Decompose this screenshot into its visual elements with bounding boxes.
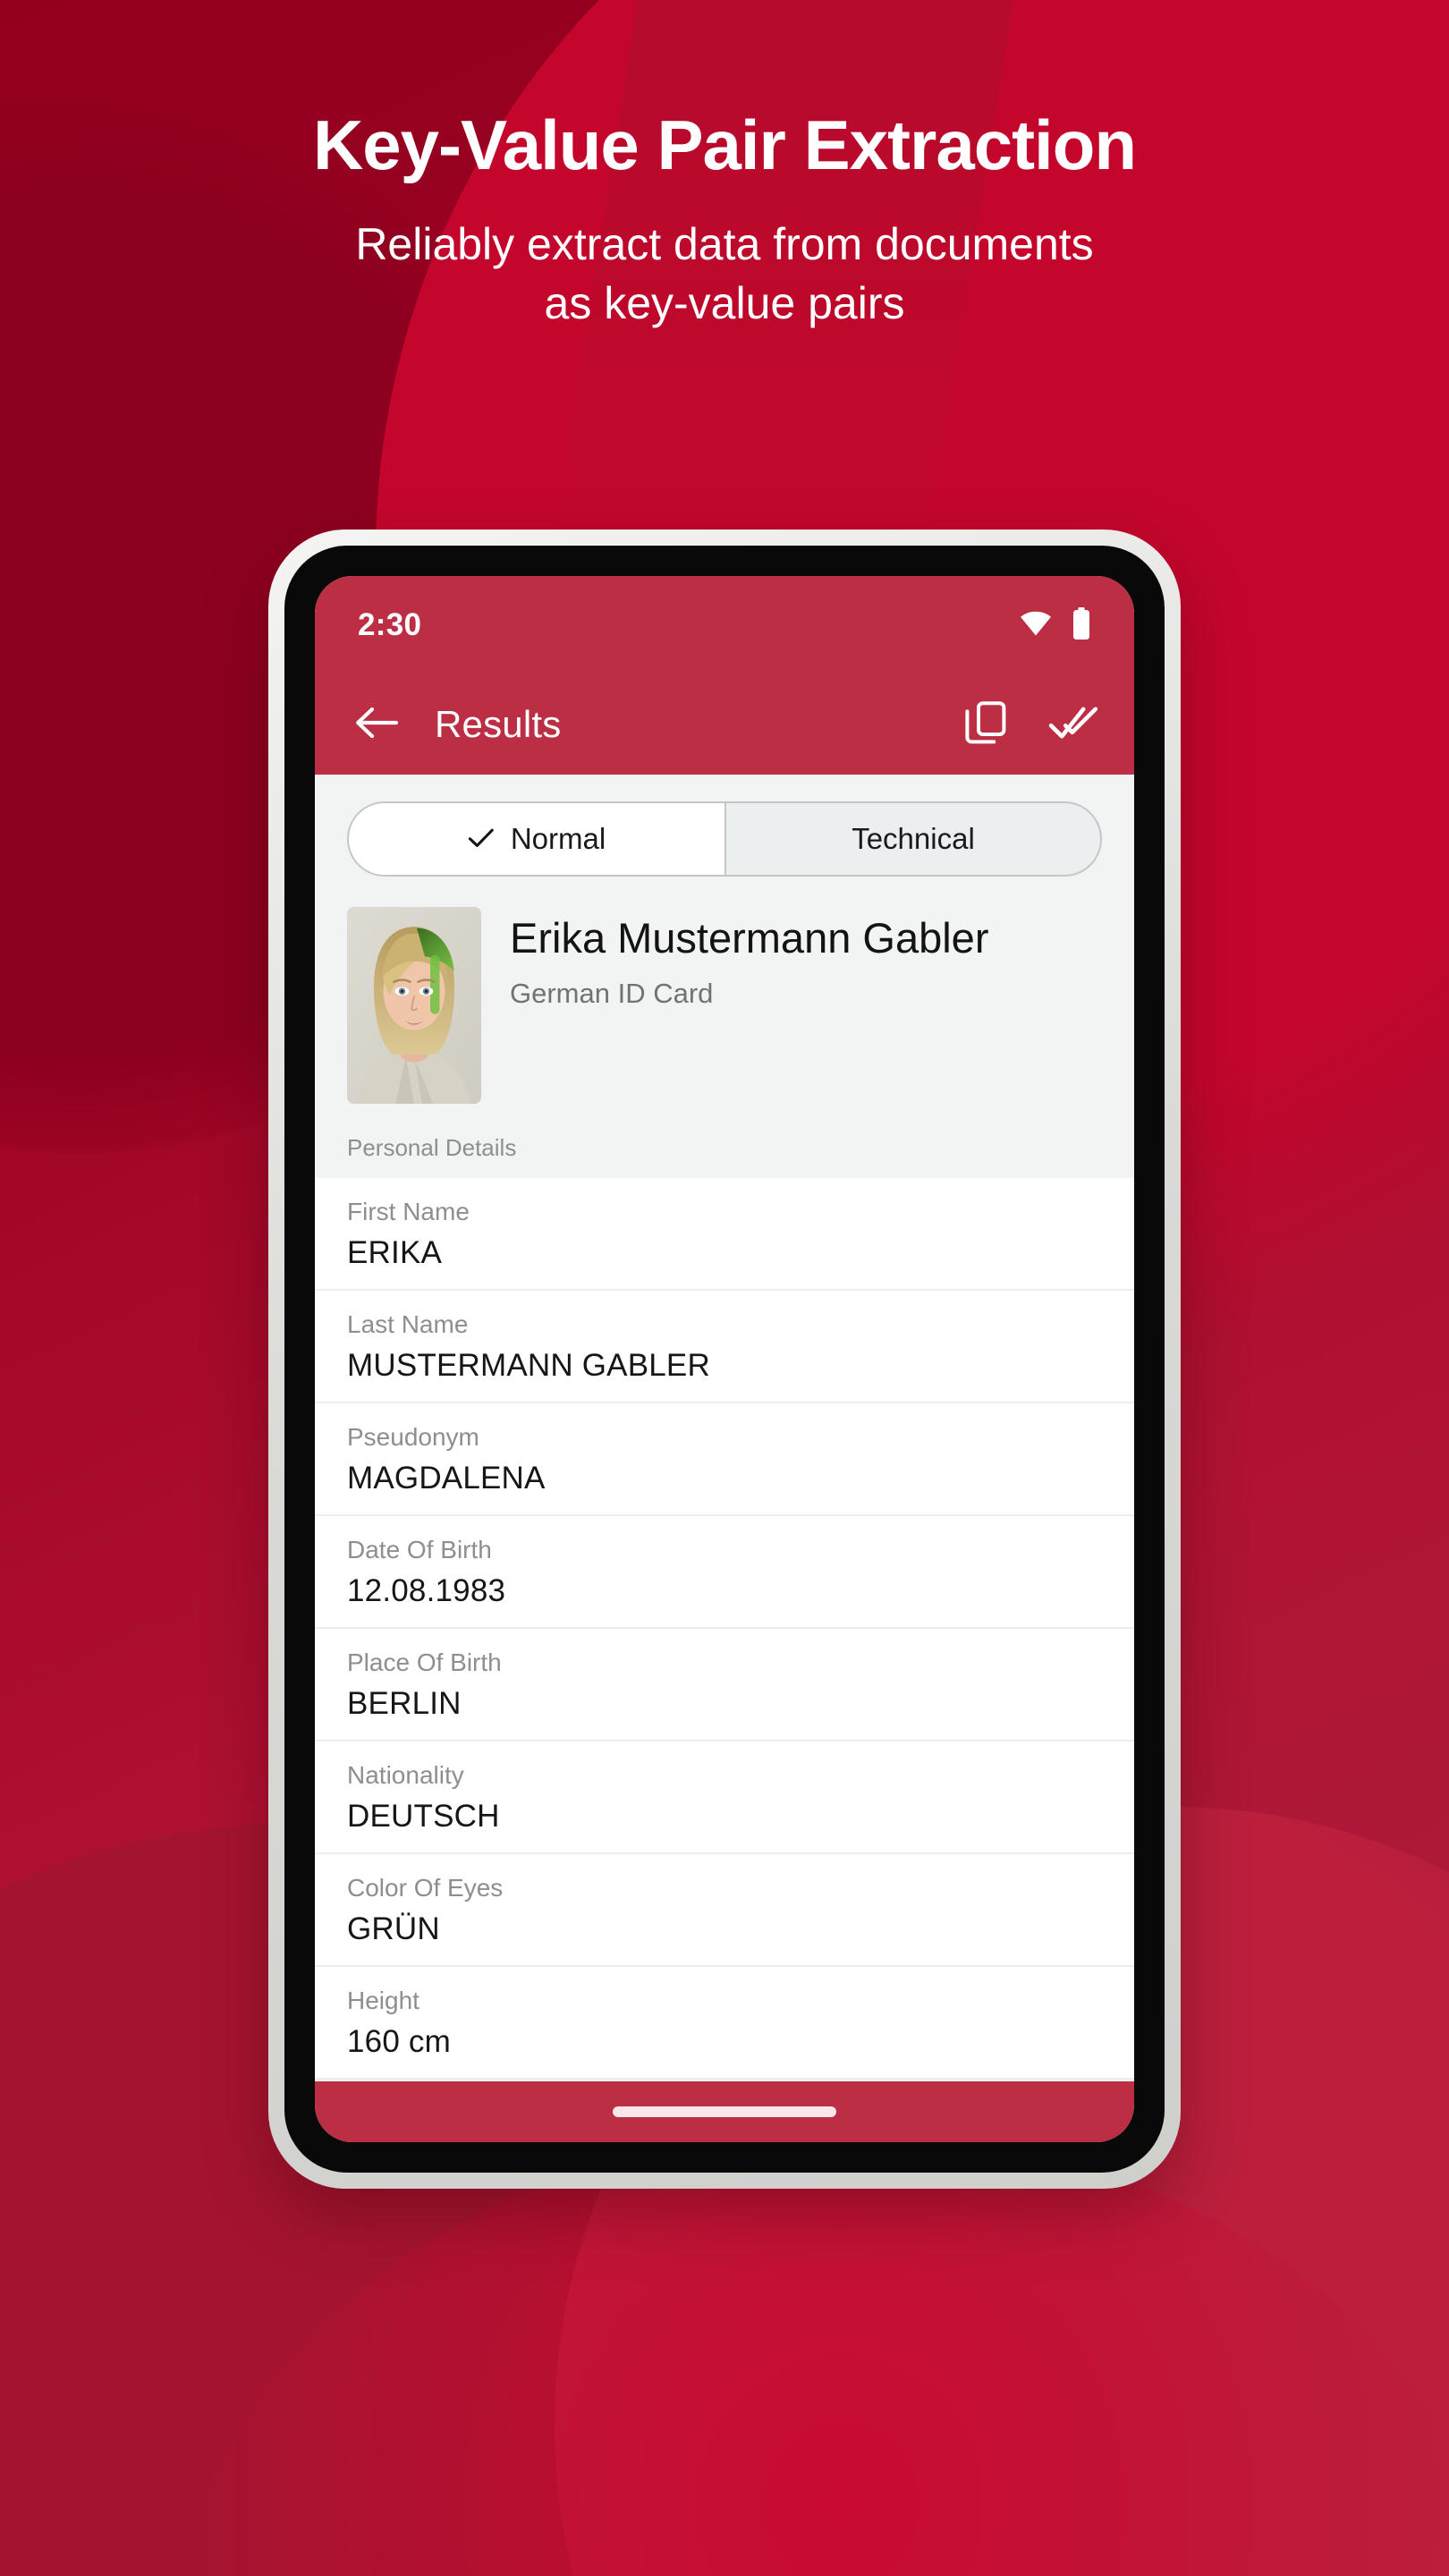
row-value: GRÜN [347,1911,440,1946]
table-row[interactable]: Place Of Birth BERLIN [315,1629,1134,1741]
phone-mockup: 2:30 Results Normal Technical Erika Must… [268,530,1181,2189]
row-value: ERIKA [347,1235,443,1270]
table-row[interactable]: Height 160 cm [315,1967,1134,2080]
table-row[interactable]: Nationality DEUTSCH [315,1741,1134,1854]
page-title: Key-Value Pair Extraction [312,106,1137,184]
row-value: 160 cm [347,2024,451,2059]
row-value: MAGDALENA [347,1461,546,1496]
check-icon [468,822,495,856]
back-button[interactable] [349,697,404,752]
row-value: DEUTSCH [347,1799,500,1834]
row-key: Last Name [347,1310,469,1338]
status-bar: 2:30 [315,576,1134,674]
app-bar-title: Results [435,703,562,745]
page-subtitle: Reliably extract data from documents as … [0,215,1449,333]
app-bar-actions [959,698,1100,751]
key-value-list: First Name ERIKA Last Name MUSTERMANN GA… [315,1178,1134,2080]
segmented-control: Normal Technical [347,801,1102,877]
copy-icon [964,700,1007,750]
done-all-icon [1048,703,1098,747]
phone-screen: 2:30 Results Normal Technical Erika Must… [315,576,1134,2142]
home-indicator[interactable] [613,2106,836,2117]
tab-technical[interactable]: Technical [724,803,1100,875]
page-subtitle-line-2: as key-value pairs [544,277,905,328]
copy-button[interactable] [959,698,1013,751]
row-value: MUSTERMANN GABLER [347,1348,710,1383]
row-key: Nationality [347,1761,464,1789]
portrait-illustration [347,907,481,1104]
hero-text-block: Key-Value Pair Extraction Reliably extra… [0,106,1449,333]
table-row[interactable]: Last Name MUSTERMANN GABLER [315,1291,1134,1403]
results-content: Normal Technical Erika Mustermann Gabler… [315,775,1134,2081]
row-key: Date Of Birth [347,1536,492,1563]
row-key: First Name [347,1198,470,1225]
table-row[interactable]: Color Of Eyes GRÜN [315,1854,1134,1967]
row-value: 12.08.1983 [347,1573,506,1608]
tab-normal-label: Normal [510,822,606,855]
tab-technical-label: Technical [852,822,975,855]
wifi-icon [1020,611,1052,640]
battery-icon [1072,606,1091,644]
page-subtitle-line-1: Reliably extract data from documents [355,218,1094,269]
table-row[interactable]: First Name ERIKA [315,1178,1134,1291]
table-row[interactable]: Pseudonym MAGDALENA [315,1403,1134,1516]
row-value: BERLIN [347,1686,462,1721]
arrow-back-icon [353,702,400,748]
profile-text: Erika Mustermann Gabler German ID Card [510,907,988,1104]
portrait-photo [347,907,481,1104]
row-key: Pseudonym [347,1423,479,1451]
tab-normal[interactable]: Normal [349,803,724,875]
profile-header: Erika Mustermann Gabler German ID Card [315,900,1134,1104]
row-key: Place Of Birth [347,1648,502,1676]
row-key: Color Of Eyes [347,1874,504,1902]
profile-document-type: German ID Card [510,978,714,1010]
segmented-control-wrapper: Normal Technical [315,775,1134,900]
section-heading-personal-details: Personal Details [315,1134,1134,1178]
profile-name: Erika Mustermann Gabler [510,914,989,962]
done-all-button[interactable] [1046,698,1100,751]
table-row[interactable]: Date Of Birth 12.08.1983 [315,1516,1134,1629]
app-bar: Results [315,674,1134,775]
row-key: Height [347,1987,419,2014]
promo-screenshot: Key-Value Pair Extraction Reliably extra… [0,0,1449,2576]
status-time: 2:30 [358,607,422,642]
system-nav-bar [315,2081,1134,2142]
status-icons [1020,606,1091,644]
